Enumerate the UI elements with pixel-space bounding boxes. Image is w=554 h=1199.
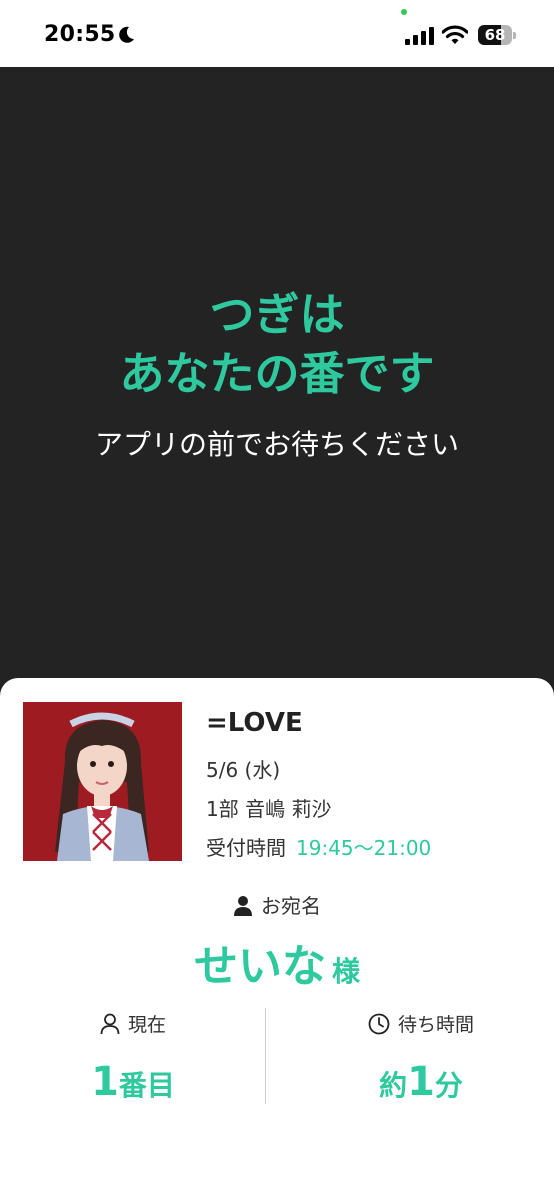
turn-title-line2: あなたの番です bbox=[119, 347, 435, 400]
addressee-honorific: 様 bbox=[331, 955, 360, 988]
status-bar: 20:55 68 bbox=[0, 0, 554, 67]
wait-time-prefix: 約 bbox=[379, 1069, 408, 1102]
turn-title-line1: つぎは bbox=[209, 288, 345, 341]
current-position-unit: 番目 bbox=[118, 1069, 175, 1102]
wifi-icon bbox=[442, 25, 468, 44]
wait-time-number: 1 bbox=[407, 1059, 435, 1105]
battery-percentage: 68 bbox=[484, 26, 506, 44]
wait-time-label-row: 待ち時間 bbox=[288, 1010, 554, 1037]
member-portrait-image bbox=[23, 702, 182, 861]
current-position-label: 現在 bbox=[127, 1014, 166, 1036]
clock-icon bbox=[368, 1013, 390, 1035]
member-photo bbox=[23, 702, 182, 861]
wait-time-panel: 待ち時間 約1分 bbox=[288, 1010, 554, 1105]
current-position-panel: 現在 1番目 bbox=[0, 1010, 266, 1105]
current-position-value: 1番目 bbox=[0, 1059, 266, 1105]
event-group-name: =LOVE bbox=[206, 708, 303, 738]
turn-notification-panel: つぎは あなたの番です アプリの前でお待ちください bbox=[0, 67, 554, 707]
event-session-member: 1部 音嶋 莉沙 bbox=[206, 797, 332, 821]
moon-icon bbox=[119, 26, 134, 43]
stats-divider bbox=[265, 1008, 266, 1104]
addressee-label-row: お宛名 bbox=[0, 890, 554, 919]
wait-time-unit: 分 bbox=[434, 1069, 463, 1102]
privacy-indicator-dot bbox=[401, 9, 407, 15]
turn-title: つぎは あなたの番です bbox=[0, 285, 554, 403]
current-position-label-row: 現在 bbox=[0, 1010, 266, 1037]
reception-time-label: 受付時間 bbox=[206, 836, 286, 860]
event-date: 5/6 (水) bbox=[206, 758, 281, 782]
status-time: 20:55 bbox=[44, 22, 116, 47]
ticket-card: =LOVE 5/6 (水) 1部 音嶋 莉沙 受付時間 19:45〜21:00 お… bbox=[0, 678, 554, 1199]
battery-indicator: 68 bbox=[478, 25, 518, 47]
addressee-name-row: せいな様 bbox=[0, 930, 554, 994]
addressee-name: せいな bbox=[193, 941, 326, 992]
person-outline-icon bbox=[100, 1013, 120, 1035]
addressee-label: お宛名 bbox=[261, 894, 321, 918]
cellular-signal-icon bbox=[405, 27, 434, 45]
current-position-number: 1 bbox=[91, 1059, 119, 1105]
wait-time-value: 約1分 bbox=[288, 1059, 554, 1105]
wait-time-label: 待ち時間 bbox=[397, 1014, 474, 1036]
reception-time-row: 受付時間 19:45〜21:00 bbox=[206, 832, 431, 861]
reception-time-value: 19:45〜21:00 bbox=[296, 836, 432, 860]
person-filled-icon bbox=[234, 896, 252, 916]
wait-instruction: アプリの前でお待ちください bbox=[94, 428, 459, 461]
